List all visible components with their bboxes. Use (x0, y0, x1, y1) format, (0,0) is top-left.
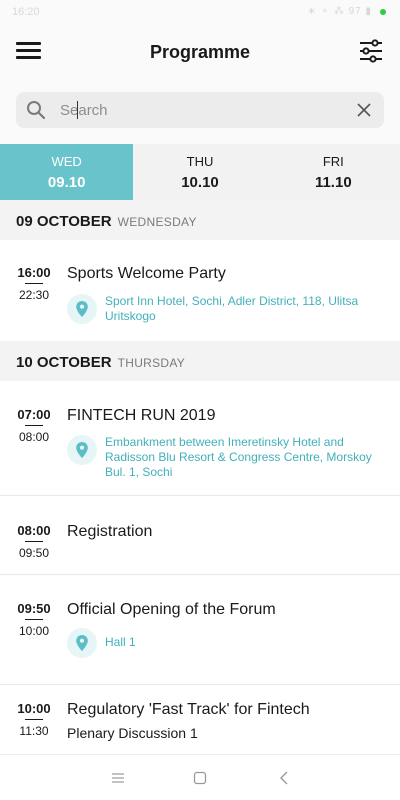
event-title: Official Opening of the Forum (67, 601, 276, 618)
system-nav-bar (0, 754, 400, 800)
location-text: Embankment between Imeretinsky Hotel and… (105, 435, 372, 479)
tab-fri[interactable]: FRI 11.10 (267, 144, 400, 200)
tab-wed[interactable]: WED 09.10 (0, 144, 134, 200)
event-times: 07:00 08:00 (16, 407, 52, 444)
location-pin-icon (67, 628, 97, 658)
location-pin-icon (67, 294, 97, 324)
home-icon[interactable] (193, 771, 207, 785)
event-title: Registration (67, 523, 153, 540)
event-start-time: 09:50 (17, 601, 51, 616)
event-title: Regulatory 'Fast Track' for Fintech (67, 701, 310, 718)
event-item[interactable]: 07:00 08:00 FINTECH RUN 2019 Embankment … (0, 381, 400, 496)
tab-date: 11.10 (314, 174, 352, 191)
event-end-time: 09:50 (18, 546, 50, 560)
event-start-time: 10:00 (17, 701, 51, 716)
notification-dot (380, 9, 386, 15)
search-section (0, 78, 400, 144)
sliders-icon[interactable] (358, 38, 384, 64)
event-item[interactable]: 08:00 09:50 Registration (0, 496, 400, 575)
day-weekday: WEDNESDAY (117, 215, 197, 229)
event-start-time: 08:00 (17, 523, 51, 538)
time-separator (25, 719, 43, 720)
time-separator (25, 283, 43, 284)
search-bar[interactable] (16, 92, 384, 128)
search-input[interactable] (60, 98, 340, 122)
day-date: 10 OCTOBER (16, 354, 112, 371)
text-cursor (77, 101, 78, 119)
time-separator (25, 425, 43, 426)
day-header: 10 OCTOBER THURSDAY (0, 341, 400, 381)
event-title: FINTECH RUN 2019 (67, 407, 216, 424)
event-subtitle: Plenary Discussion 1 (67, 725, 198, 741)
event-times: 10:00 11:30 (16, 701, 52, 738)
location-text: Sport Inn Hotel, Sochi, Adler District, … (105, 294, 359, 323)
time-separator (25, 619, 43, 620)
day-tabs: WED 09.10 THU 10.10 FRI 11.10 (0, 144, 400, 200)
status-indicators: ∗ ⚬ ⁂ 97 ▮ (307, 6, 372, 17)
close-icon[interactable] (356, 102, 372, 118)
event-times: 09:50 10:00 (16, 601, 52, 638)
recents-icon[interactable] (111, 771, 125, 785)
day-header: 09 OCTOBER WEDNESDAY (0, 200, 400, 240)
tab-date: 10.10 (181, 174, 219, 191)
back-icon[interactable] (277, 771, 291, 785)
tab-weekday: WED (51, 154, 82, 169)
location-text: Hall 1 (105, 635, 136, 649)
day-weekday: THURSDAY (117, 356, 186, 370)
page-title: Programme (149, 42, 251, 62)
time-separator (25, 541, 43, 542)
event-times: 16:00 22:30 (16, 265, 52, 302)
event-title: Sports Welcome Party (67, 265, 226, 282)
app-bar: Programme (0, 24, 400, 78)
status-time: 16:20 (12, 6, 40, 18)
day-date: 09 OCTOBER (16, 213, 112, 230)
search-icon (27, 101, 46, 120)
event-end-time: 11:30 (19, 724, 49, 738)
tab-thu[interactable]: THU 10.10 (133, 144, 266, 200)
event-start-time: 07:00 (17, 407, 51, 422)
event-times: 08:00 09:50 (16, 523, 52, 560)
event-start-time: 16:00 (17, 265, 51, 280)
event-item[interactable]: 16:00 22:30 Sports Welcome Party Sport I… (0, 240, 400, 341)
status-bar: 16:20 ∗ ⚬ ⁂ 97 ▮ (0, 0, 400, 24)
event-end-time: 10:00 (18, 624, 50, 638)
tab-weekday: FRI (322, 154, 344, 169)
event-end-time: 08:00 (18, 430, 50, 444)
tab-weekday: THU (186, 154, 214, 169)
location-pin-icon (67, 435, 97, 465)
event-item[interactable]: 09:50 10:00 Official Opening of the Foru… (0, 575, 400, 685)
event-end-time: 22:30 (18, 288, 50, 302)
tab-date: 09.10 (47, 174, 86, 191)
